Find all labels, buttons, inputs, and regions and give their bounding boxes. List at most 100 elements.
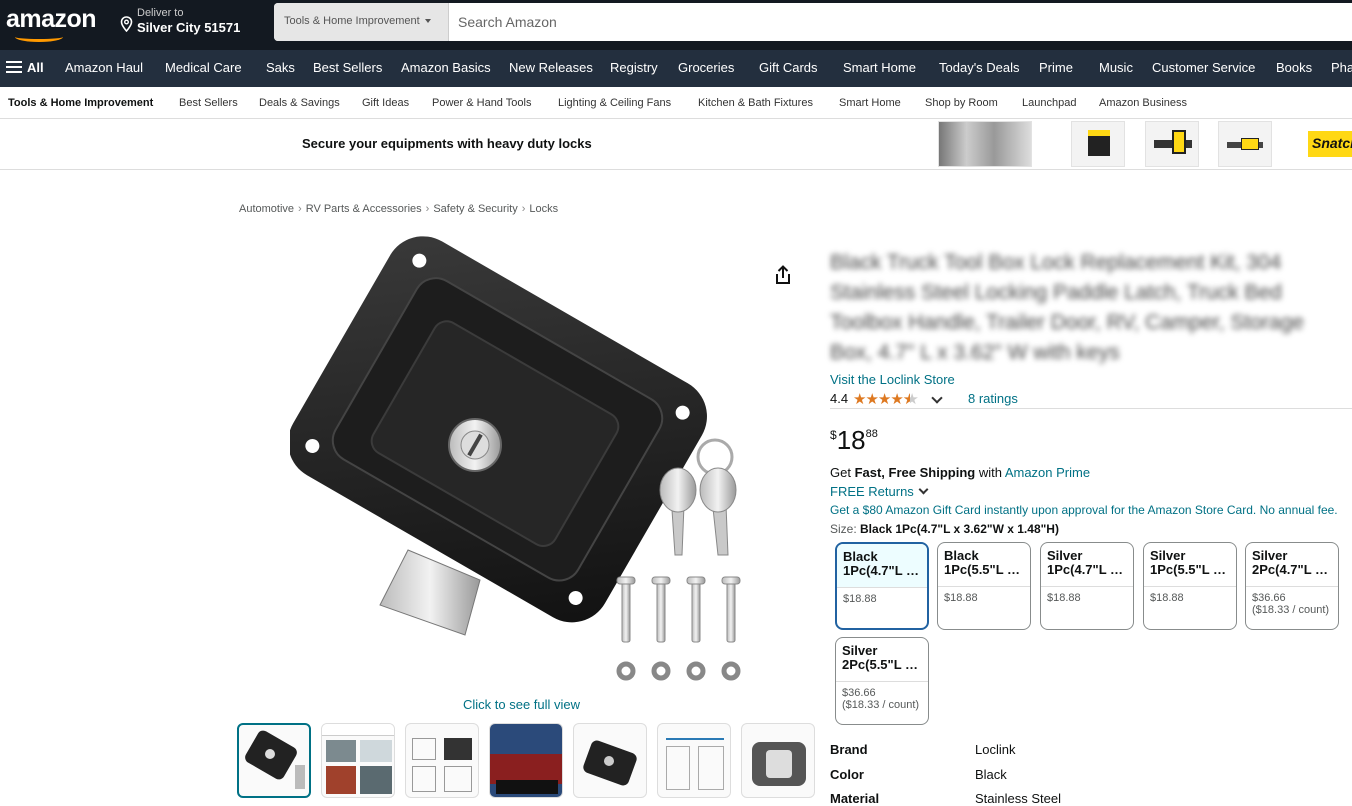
sponsored-banner[interactable]: Secure your equipments with heavy duty l…	[0, 119, 1352, 170]
free-returns-label: FREE Returns	[830, 484, 914, 499]
size-label-prefix: Size:	[830, 522, 861, 536]
subnav-best-sellers[interactable]: Best Sellers	[179, 97, 238, 109]
thumbnail-7[interactable]	[741, 723, 815, 798]
amazon-logo[interactable]: amazon	[6, 5, 97, 34]
hamburger-icon	[6, 61, 22, 73]
size-label: Size: Black 1Pc(4.7"L x 3.62"W x 1.48"H)	[830, 522, 1059, 536]
all-menu-label: All	[27, 60, 44, 75]
option-price: $36.66	[836, 681, 928, 699]
search-category-dropdown[interactable]: Tools & Home Improvement	[274, 3, 449, 41]
nav-item-todays-deals[interactable]: Today's Deals	[939, 60, 1020, 75]
subnav-department[interactable]: Tools & Home Improvement	[8, 97, 153, 109]
ratings-count-link[interactable]: 8 ratings	[968, 391, 1018, 406]
free-returns[interactable]: FREE Returns	[830, 484, 929, 499]
subnav-gift-ideas[interactable]: Gift Ideas	[362, 97, 409, 109]
thumbnail-2[interactable]	[321, 723, 395, 798]
size-option-black-1pc-5-5[interactable]: Black 1Pc(5.5"L … $18.88	[937, 542, 1031, 630]
spec-key: Color	[830, 767, 864, 782]
logo-smile-icon	[15, 32, 63, 42]
option-price: $36.66	[1246, 586, 1338, 604]
all-menu-button[interactable]: All	[6, 60, 44, 75]
nav-item-books[interactable]: Books	[1276, 60, 1312, 75]
subnav-kitchen-bath[interactable]: Kitchen & Bath Fixtures	[698, 97, 813, 109]
amazon-prime-link[interactable]: Amazon Prime	[1005, 465, 1090, 480]
option-unit-price: ($18.33 / count)	[842, 699, 920, 711]
size-option-silver-1pc-5-5[interactable]: Silver 1Pc(5.5"L … $18.88	[1143, 542, 1237, 630]
price-fraction: 88	[865, 428, 878, 440]
breadcrumb-separator-icon: ›	[298, 203, 302, 215]
breadcrumb: Automotive › RV Parts & Accessories › Safety…	[239, 203, 558, 215]
nav-item-pharmacy[interactable]: Pha	[1331, 60, 1352, 75]
breadcrumb-automotive[interactable]: Automotive	[239, 203, 294, 215]
size-option-silver-2pc-5-5[interactable]: Silver 2Pc(5.5"L … $36.66 ($18.33 / coun…	[835, 637, 929, 725]
search-category-label: Tools & Home Improvement	[284, 15, 420, 27]
option-name: Black 1Pc(5.5"L …	[944, 548, 1021, 577]
star-rating-icon[interactable]: ★★★★★★	[853, 390, 918, 408]
subnav-smart-home[interactable]: Smart Home	[839, 97, 901, 109]
breadcrumb-separator-icon: ›	[425, 203, 430, 215]
banner-image-door	[938, 121, 1032, 167]
subnav-launchpad[interactable]: Launchpad	[1022, 97, 1076, 109]
size-option-silver-1pc-4-7[interactable]: Silver 1Pc(4.7"L … $18.88	[1040, 542, 1134, 630]
subnav-amazon-business[interactable]: Amazon Business	[1099, 97, 1187, 109]
spec-value: Black	[975, 767, 1007, 782]
price: $1888	[830, 425, 878, 456]
nav-item-gift-cards[interactable]: Gift Cards	[759, 60, 818, 75]
main-product-image[interactable]	[290, 235, 760, 690]
thumbnail-1[interactable]	[237, 723, 311, 798]
thumbnail-6[interactable]	[657, 723, 731, 798]
spec-value: Stainless Steel	[975, 791, 1061, 806]
deliver-location: Silver City 51571	[137, 20, 241, 35]
store-card-promo-link[interactable]: Get a $80 Amazon Gift Card instantly upo…	[830, 503, 1352, 517]
nav-item-amazon-haul[interactable]: Amazon Haul	[65, 60, 143, 75]
size-option-silver-2pc-4-7[interactable]: Silver 2Pc(4.7"L … $36.66 ($18.33 / coun…	[1245, 542, 1339, 630]
banner-image-lock-3	[1218, 121, 1272, 167]
search-bar: Tools & Home Improvement	[274, 3, 1352, 41]
option-name: Silver 1Pc(4.7"L …	[1047, 548, 1124, 577]
size-selected-value: Black 1Pc(4.7"L x 3.62"W x 1.48"H)	[860, 522, 1059, 536]
chevron-down-icon[interactable]	[931, 392, 943, 404]
banner-brand-logo: Snatch	[1308, 131, 1352, 157]
banner-image-lock-2	[1145, 121, 1199, 167]
thumbnail-3[interactable]	[405, 723, 479, 798]
banner-image-lock-1	[1071, 121, 1125, 167]
nav-item-registry[interactable]: Registry	[610, 60, 658, 75]
nav-item-smart-home[interactable]: Smart Home	[843, 60, 916, 75]
size-option-black-1pc-4-7[interactable]: Black 1Pc(4.7"L … $18.88	[835, 542, 929, 630]
share-icon[interactable]	[774, 265, 792, 285]
see-full-view-link[interactable]: Click to see full view	[463, 697, 580, 712]
nav-item-medical-care[interactable]: Medical Care	[165, 60, 242, 75]
nav-item-new-releases[interactable]: New Releases	[509, 60, 593, 75]
option-price: $18.88	[1144, 586, 1236, 604]
nav-item-customer-service[interactable]: Customer Service	[1152, 60, 1255, 75]
thumbnail-5[interactable]	[573, 723, 647, 798]
nav-item-best-sellers[interactable]: Best Sellers	[313, 60, 382, 75]
nav-item-prime[interactable]: Prime	[1039, 60, 1073, 75]
chevron-down-icon	[918, 484, 929, 495]
store-link[interactable]: Visit the Loclink Store	[830, 372, 955, 387]
subnav-shop-by-room[interactable]: Shop by Room	[925, 97, 998, 109]
option-name: Silver 2Pc(5.5"L …	[842, 643, 919, 672]
breadcrumb-safety-security[interactable]: Safety & Security	[433, 203, 517, 215]
breadcrumb-rv-parts[interactable]: RV Parts & Accessories	[306, 203, 422, 215]
location-pin-icon	[120, 16, 133, 32]
price-symbol: $	[830, 428, 837, 442]
spec-key: Brand	[830, 742, 868, 757]
nav-item-music[interactable]: Music	[1099, 60, 1133, 75]
breadcrumb-locks[interactable]: Locks	[529, 203, 558, 215]
divider	[830, 408, 1352, 409]
nav-item-groceries[interactable]: Groceries	[678, 60, 734, 75]
shipping-bold: Fast, Free Shipping	[854, 465, 976, 480]
shipping-prefix: Get	[830, 465, 855, 480]
nav-item-saks[interactable]: Saks	[266, 60, 295, 75]
thumbnail-4[interactable]	[489, 723, 563, 798]
search-input[interactable]	[450, 3, 1350, 41]
subnav-deals[interactable]: Deals & Savings	[259, 97, 340, 109]
price-whole: 18	[836, 425, 866, 455]
option-price: $18.88	[837, 587, 927, 605]
nav-item-amazon-basics[interactable]: Amazon Basics	[401, 60, 491, 75]
subnav-power-hand-tools[interactable]: Power & Hand Tools	[432, 97, 531, 109]
breadcrumb-separator-icon: ›	[521, 203, 526, 215]
subnav-lighting[interactable]: Lighting & Ceiling Fans	[558, 97, 671, 109]
option-name: Silver 1Pc(5.5"L …	[1150, 548, 1227, 577]
